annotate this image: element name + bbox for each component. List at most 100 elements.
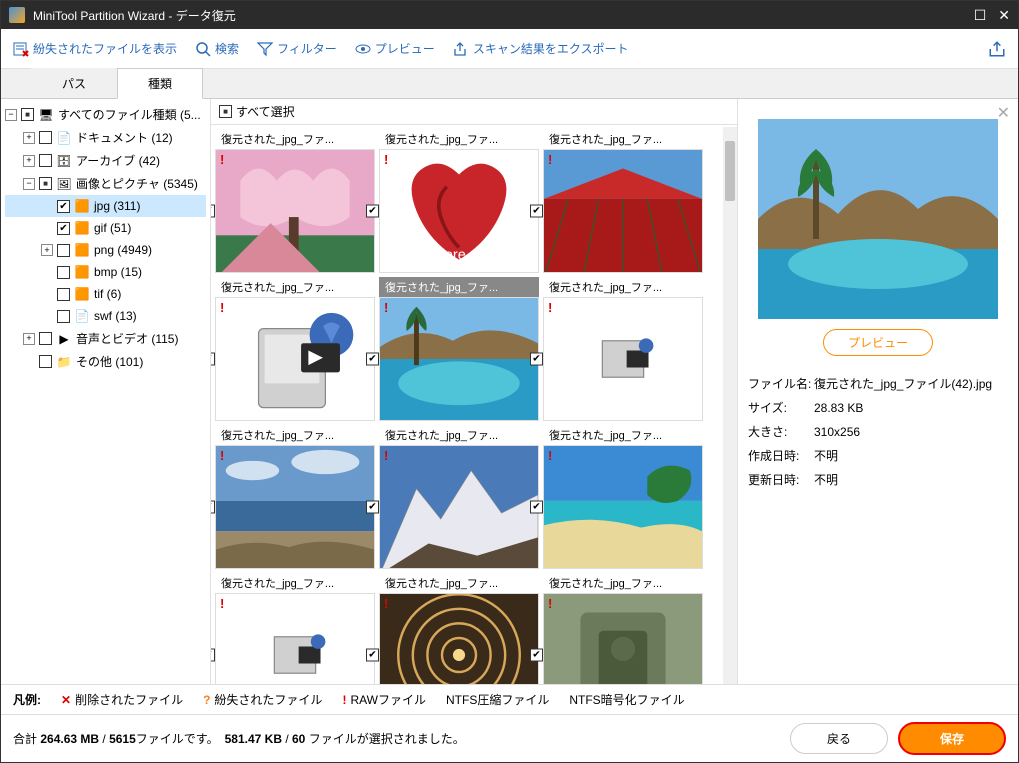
tree-gif[interactable]: 🟧 gif (51) (5, 217, 206, 239)
collapse-icon[interactable]: − (23, 178, 35, 190)
expand-icon[interactable]: + (23, 155, 35, 167)
tree-all-types[interactable]: − 🖥 すべてのファイル種類 (5... (5, 103, 206, 126)
thumbnail-label: 復元された_jpg_ファ... (379, 425, 539, 445)
checkbox[interactable] (366, 205, 379, 218)
checkbox[interactable] (530, 649, 543, 662)
preview-open-button[interactable]: プレビュー (823, 329, 933, 356)
tree-audio-video[interactable]: + ▶ 音声とビデオ (115) (5, 327, 206, 350)
thumbnail-image[interactable]: ! (215, 149, 375, 273)
tree-archive[interactable]: + 🗄 アーカイブ (42) (5, 149, 206, 172)
archive-icon: 🗄 (56, 153, 72, 169)
legend-lost: ?紛失されたファイル (203, 691, 322, 708)
legend-label: 凡例: (13, 691, 41, 708)
expand-icon[interactable]: + (23, 132, 35, 144)
thumbnail-image[interactable]: ! (215, 445, 375, 569)
checkbox[interactable] (366, 501, 379, 514)
thumbnail-image[interactable]: ! (215, 297, 375, 421)
back-button[interactable]: 戻る (790, 723, 888, 754)
thumbnail-image[interactable]: ! (379, 445, 539, 569)
thumbnail-image[interactable]: ! (379, 297, 539, 421)
thumbnail-item[interactable]: 復元された_jpg_ファ...! (379, 277, 539, 421)
raw-marker-icon: ! (220, 596, 224, 611)
export-button[interactable]: スキャン結果をエクスポート (453, 40, 629, 57)
png-icon: 🟧 (74, 242, 90, 258)
expand-icon[interactable]: + (41, 244, 53, 256)
window-title: MiniTool Partition Wizard - データ復元 (33, 7, 974, 24)
checkbox[interactable] (530, 501, 543, 514)
thumbnail-image[interactable]: ! (543, 445, 703, 569)
checkbox[interactable] (57, 244, 70, 257)
checkbox[interactable] (57, 310, 70, 323)
checkbox[interactable] (211, 353, 215, 366)
thumbnail-image[interactable]: !ExploreHuman Heart (379, 149, 539, 273)
checkbox[interactable] (530, 205, 543, 218)
thumbnail-item[interactable]: 復元された_jpg_ファ...! (543, 425, 703, 569)
thumbnail-item[interactable]: 復元された_jpg_ファ...! (215, 425, 375, 569)
thumbnail-image[interactable]: ! (543, 593, 703, 684)
close-icon[interactable]: ✕ (998, 7, 1010, 24)
checkbox[interactable] (39, 154, 52, 167)
checkbox[interactable] (57, 288, 70, 301)
checkbox[interactable] (21, 108, 34, 121)
checkbox[interactable] (219, 105, 232, 118)
select-all-row[interactable]: すべて選択 (211, 99, 737, 125)
app-logo-icon (9, 7, 25, 23)
search-button[interactable]: 検索 (195, 40, 239, 57)
thumbnail-image[interactable]: ! (543, 297, 703, 421)
file-metadata: ファイル名:復元された_jpg_ファイル(42).jpg サイズ:28.83 K… (748, 372, 1008, 492)
checkbox[interactable] (39, 355, 52, 368)
thumbnail-item[interactable]: 復元された_jpg_ファ...! (543, 277, 703, 421)
thumbnail-image[interactable]: ! (543, 149, 703, 273)
checkbox[interactable] (366, 353, 379, 366)
tree-swf[interactable]: 📄 swf (13) (5, 305, 206, 327)
thumbnail-item[interactable]: 復元された_jpg_ファ...! (543, 573, 703, 684)
thumbnail-item[interactable]: 復元された_jpg_ファ...! (215, 277, 375, 421)
close-preview-icon[interactable]: ✕ (997, 103, 1010, 123)
thumbnail-image[interactable]: ! (379, 593, 539, 684)
thumbnail-item[interactable]: 復元された_jpg_ファ...!ExploreHuman Heart (379, 129, 539, 273)
thumbnail-item[interactable]: 復元された_jpg_ファ...! (543, 129, 703, 273)
tab-path[interactable]: パス (31, 68, 117, 98)
filter-button[interactable]: フィルター (257, 40, 337, 57)
thumbnail-item[interactable]: 復元された_jpg_ファ...! (379, 425, 539, 569)
checkbox[interactable] (211, 501, 215, 514)
checkbox[interactable] (57, 266, 70, 279)
tree-png[interactable]: + 🟧 png (4949) (5, 239, 206, 261)
thumbnail-label: 復元された_jpg_ファ... (215, 277, 375, 297)
thumbnail-image[interactable]: ! (215, 593, 375, 684)
thumbnail-item[interactable]: 復元された_jpg_ファ...! (215, 129, 375, 273)
thumbnail-item[interactable]: 復元された_jpg_ファ...! (379, 573, 539, 684)
show-lost-files-button[interactable]: 紛失されたファイルを表示 (13, 40, 177, 57)
checkbox[interactable] (530, 353, 543, 366)
checkbox[interactable] (57, 200, 70, 213)
tree-images[interactable]: − 🖼 画像とピクチャ (5345) (5, 172, 206, 195)
tree-bmp[interactable]: 🟧 bmp (15) (5, 261, 206, 283)
checkbox[interactable] (57, 222, 70, 235)
raw-marker-icon: ! (548, 300, 552, 315)
scrollbar-thumb[interactable] (725, 141, 735, 201)
checkbox[interactable] (366, 649, 379, 662)
thumbnail-label: 復元された_jpg_ファ... (379, 277, 539, 297)
checkbox[interactable] (211, 649, 215, 662)
raw-marker-icon: ! (548, 152, 552, 167)
maximize-icon[interactable]: ☐ (974, 7, 987, 24)
thumbnail-item[interactable]: 復元された_jpg_ファ...! (215, 573, 375, 684)
legend-ntfs-encrypted: NTFS暗号化ファイル (569, 691, 684, 708)
tree-other[interactable]: 📁 その他 (101) (5, 350, 206, 373)
preview-button[interactable]: プレビュー (355, 40, 435, 57)
tree-tif[interactable]: 🟧 tif (6) (5, 283, 206, 305)
checkbox[interactable] (211, 205, 215, 218)
save-button[interactable]: 保存 (898, 722, 1006, 755)
scrollbar[interactable] (723, 127, 737, 684)
tree-jpg[interactable]: 🟧 jpg (311) (5, 195, 206, 217)
collapse-icon[interactable]: − (5, 109, 17, 121)
checkbox[interactable] (39, 177, 52, 190)
thumbnail-label: 復元された_jpg_ファ... (543, 129, 703, 149)
share-icon[interactable] (988, 40, 1006, 58)
tab-type[interactable]: 種類 (117, 68, 203, 99)
tree-documents[interactable]: + 📄 ドキュメント (12) (5, 126, 206, 149)
thumbnail-label: 復元された_jpg_ファ... (543, 573, 703, 593)
expand-icon[interactable]: + (23, 333, 35, 345)
checkbox[interactable] (39, 332, 52, 345)
checkbox[interactable] (39, 131, 52, 144)
